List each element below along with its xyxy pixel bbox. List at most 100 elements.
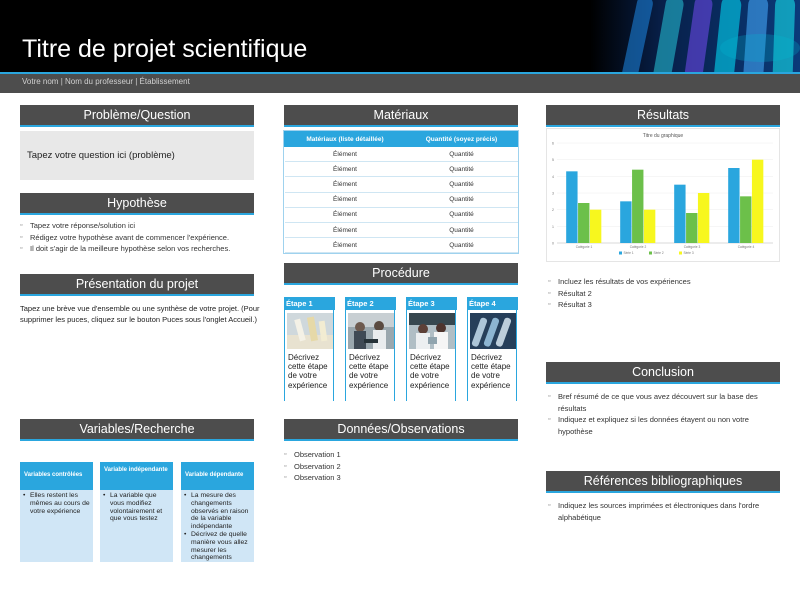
list-item: Résultat 2 (548, 288, 780, 300)
list-item: Il doit s'agir de la meilleure hypothèse… (20, 243, 254, 255)
list-item: Observation 1 (284, 449, 518, 461)
lab-photo-image (409, 313, 455, 349)
chart-category-label: Catégorie 4 (738, 245, 755, 249)
lab-photo-image (287, 313, 333, 349)
table-cell: Quantité (405, 161, 518, 178)
hypothese-list: Tapez votre réponse/solution ici Rédigez… (20, 220, 254, 255)
table-row: Élément Quantité (284, 222, 518, 239)
section-procedure-heading: Procédure (284, 263, 518, 285)
procedure-step-4: Étape 4 Décrivez cette étape de votre ex… (467, 297, 518, 401)
chart-y-tick-label: 3 (552, 192, 554, 196)
section-presentation-heading: Présentation du projet (20, 274, 254, 296)
table-cell: Quantité (405, 192, 518, 208)
table-cell: Élément (284, 237, 406, 254)
variable-column-title: Variable dépendante (181, 462, 254, 490)
chart-bar (728, 168, 740, 243)
step-label: Étape 3 (406, 297, 457, 310)
results-chart-svg: Titre du graphique 0 1 2 3 4 5 6 Catégorie 1 Caté… (552, 133, 773, 255)
variable-column-independante: Variable indépendante La variable que vo… (100, 462, 173, 562)
list-item: La variable que vous modifiez volontaire… (100, 492, 173, 523)
step-description: Décrivez cette étape de votre expérience (288, 353, 328, 390)
list-item: Incluez les résultats de vos expériences (548, 276, 780, 288)
probleme-box: Tapez votre question ici (problème) (20, 131, 254, 180)
chart-title: Titre du graphique (643, 133, 684, 139)
results-chart: Titre du graphique 0 1 2 3 4 5 6 Catégorie 1 Caté… (546, 128, 780, 262)
list-item: Tapez votre réponse/solution ici (20, 220, 254, 232)
poster-subtitle: Votre nom | Nom du professeur | Établiss… (22, 77, 190, 86)
variable-column-title: Variables contrôlées (20, 462, 93, 490)
list-item: Décrivez de quelle manière vous allez me… (181, 531, 254, 562)
variable-column-list: La variable que vous modifiez volontaire… (100, 492, 173, 523)
chart-category-label: Catégorie 1 (576, 245, 593, 249)
chart-bar (686, 213, 698, 243)
table-cell: Élément (284, 161, 406, 178)
procedure-step-3: Étape 3 Décrivez cette étape de votre ex… (406, 297, 457, 401)
list-item: Indiquez et expliquez si les données éta… (548, 414, 780, 437)
variable-column-list: La mesure des changements observés en ra… (181, 492, 254, 562)
table-row: Élément Quantité (284, 237, 518, 254)
section-materiaux-heading: Matériaux (284, 105, 518, 127)
chart-legend-label: Série 3 (684, 251, 694, 255)
chart-bar (697, 193, 710, 243)
table-cell: Élément (284, 176, 406, 193)
probleme-text: Tapez votre question ici (problème) (27, 150, 175, 161)
chart-legend-swatch (649, 251, 652, 255)
chart-bar (589, 209, 602, 243)
procedure-step-1: Étape 1 Décrivez cette étape de votre ex… (284, 297, 335, 401)
table-cell: Quantité (405, 146, 518, 163)
poster-header: Titre de projet scientifique Votre nom |… (0, 0, 800, 93)
variable-column-controlees: Variables contrôlées Elles restent les m… (20, 462, 93, 562)
chart-legend-swatch (679, 251, 682, 255)
chart-bar (674, 184, 686, 243)
chart-legend-label: Série 1 (624, 251, 634, 255)
section-references-heading: Références bibliographiques (546, 471, 780, 493)
table-row: Élément Quantité (284, 176, 518, 193)
table-cell: Quantité (405, 207, 518, 223)
chart-y-tick-label: 6 (552, 142, 554, 146)
chart-legend-label: Série 2 (654, 251, 664, 255)
section-resultats-heading: Résultats (546, 105, 780, 127)
table-header-row: Matériaux (liste détaillée) Quantité (so… (284, 131, 519, 147)
table-row: Élément Quantité (284, 192, 518, 208)
table-cell: Élément (284, 222, 406, 239)
chart-y-tick-label: 2 (552, 208, 554, 212)
lab-photo-image (348, 313, 394, 349)
test-tubes-image (590, 0, 800, 72)
chart-bar (643, 209, 656, 243)
table-row: Élément Quantité (284, 146, 518, 163)
table-header-cell: Matériaux (liste détaillée) (284, 131, 406, 147)
presentation-text: Tapez une brève vue d'ensemble ou une sy… (20, 304, 260, 324)
table-row: Élément Quantité (284, 207, 518, 223)
step-label: Étape 4 (467, 297, 518, 310)
table-cell: Quantité (405, 176, 518, 193)
header-subtitle-bar: Votre nom | Nom du professeur | Établiss… (0, 74, 800, 93)
references-list: Indiquez les sources imprimées et électr… (548, 500, 780, 523)
resultats-list: Incluez les résultats de vos expériences… (548, 276, 780, 311)
variable-column-dependante: Variable dépendante La mesure des change… (181, 462, 254, 562)
table-cell: Élément (284, 207, 406, 223)
lab-photo-image (470, 313, 516, 349)
step-description: Décrivez cette étape de votre expérience (410, 353, 450, 390)
step-description: Décrivez cette étape de votre expérience (349, 353, 389, 390)
chart-bar (578, 203, 590, 243)
section-variables-heading: Variables/Recherche (20, 419, 254, 441)
chart-y-tick-label: 1 (552, 225, 554, 229)
step-description: Décrivez cette étape de votre expérience (471, 353, 511, 390)
procedure-step-2: Étape 2 Décrivez cette étape de votre ex… (345, 297, 396, 401)
table-cell: Quantité (405, 237, 518, 254)
chart-y-tick-label: 0 (552, 242, 554, 246)
list-item: Bref résumé de ce que vous avez découver… (548, 391, 780, 414)
list-item: Elles restent les mêmes au cours de votr… (20, 492, 93, 515)
section-conclusion-heading: Conclusion (546, 362, 780, 384)
chart-bar (632, 169, 644, 243)
table-cell: Élément (284, 146, 406, 163)
list-item: Résultat 3 (548, 299, 780, 311)
variable-column-list: Elles restent les mêmes au cours de votr… (20, 492, 93, 515)
table-cell: Quantité (405, 222, 518, 239)
chart-bar (620, 201, 632, 243)
chart-y-tick-label: 4 (552, 175, 554, 179)
section-donnees-heading: Données/Observations (284, 419, 518, 441)
chart-bar (751, 159, 764, 243)
list-item: La mesure des changements observés en ra… (181, 492, 254, 531)
list-item: Observation 3 (284, 472, 518, 484)
